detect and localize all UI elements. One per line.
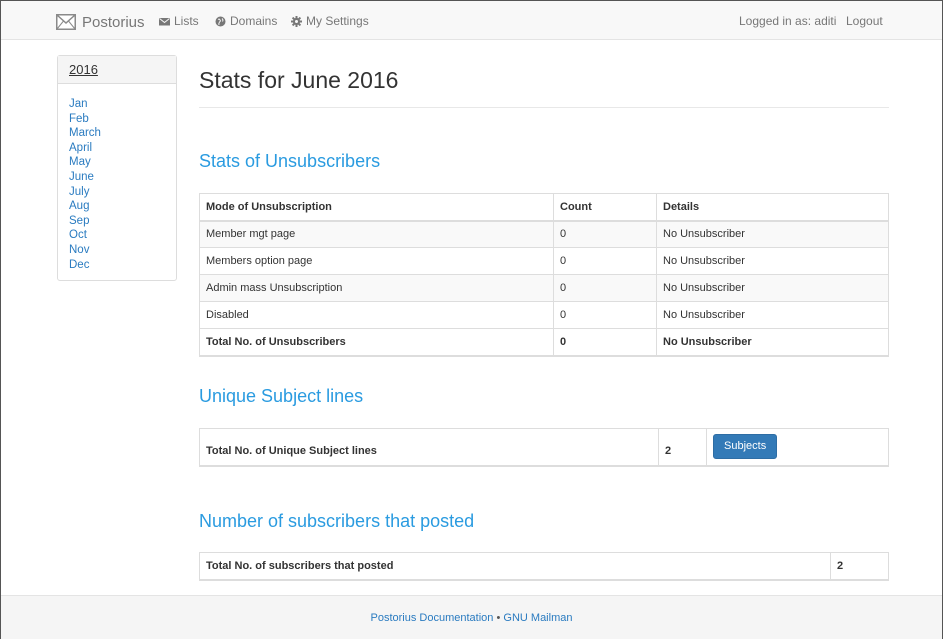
total-row: Total No. of Unsubscribers 0 No Unsubscr… bbox=[199, 328, 889, 356]
page-title: Stats for June 2016 bbox=[199, 67, 399, 93]
table-header-row: Mode of Unsubscription Count Details bbox=[199, 193, 889, 222]
month-link[interactable]: Jan bbox=[69, 98, 88, 110]
subjects-heading: Unique Subject lines bbox=[199, 386, 364, 406]
nav-domains-label: Domains bbox=[230, 14, 278, 28]
table-cell: 0 bbox=[553, 301, 657, 329]
table-cell: 2 bbox=[830, 552, 889, 580]
logged-in-as: Logged in as: aditi bbox=[739, 14, 837, 28]
month-link[interactable]: April bbox=[69, 142, 92, 154]
table-row: Member mgt page 0 No Unsubscriber bbox=[199, 220, 889, 248]
table-cell: No Unsubscriber bbox=[656, 274, 889, 302]
page-footer: Postorius Documentation • GNU Mailman bbox=[1, 595, 942, 639]
postorius-docs-link[interactable]: Postorius Documentation bbox=[371, 612, 494, 624]
month-link[interactable]: March bbox=[69, 127, 101, 139]
subjects-button[interactable]: Subjects bbox=[713, 434, 778, 460]
table-cell: 2 bbox=[658, 428, 707, 466]
table-cell: Subjects bbox=[706, 428, 889, 466]
table-cell: Total No. of Unsubscribers bbox=[199, 328, 554, 356]
year-link[interactable]: 2016 bbox=[69, 62, 98, 77]
table-cell: 0 bbox=[553, 247, 657, 275]
column-header: Mode of Unsubscription bbox=[199, 193, 554, 222]
subjects-table: Total No. of Unique Subject lines 2 Subj… bbox=[199, 428, 889, 467]
gnu-mailman-link[interactable]: GNU Mailman bbox=[503, 612, 572, 624]
table-cell: Admin mass Unsubscription bbox=[199, 274, 554, 302]
unsubscribers-table: Mode of Unsubscription Count Details Mem… bbox=[199, 193, 889, 357]
month-link[interactable]: Aug bbox=[69, 200, 89, 212]
table-cell: Member mgt page bbox=[199, 220, 554, 248]
posters-table: Total No. of subscribers that posted 2 bbox=[199, 552, 889, 581]
posters-heading: Number of subscribers that posted bbox=[199, 511, 475, 531]
month-link[interactable]: Dec bbox=[69, 259, 89, 271]
month-link[interactable]: June bbox=[69, 171, 94, 183]
table-cell: Total No. of Unique Subject lines bbox=[199, 428, 659, 466]
table-cell: Members option page bbox=[199, 247, 554, 275]
envelope-icon bbox=[56, 14, 76, 30]
table-row: Admin mass Unsubscription 0 No Unsubscri… bbox=[199, 274, 889, 302]
table-cell: No Unsubscriber bbox=[656, 301, 889, 329]
month-link[interactable]: Sep bbox=[69, 215, 89, 227]
column-header: Count bbox=[553, 193, 657, 222]
table-cell: No Unsubscriber bbox=[656, 247, 889, 275]
top-navbar: Postorius Lists Domains My Settings Logg… bbox=[1, 1, 942, 40]
nav-lists[interactable]: Lists bbox=[159, 14, 199, 28]
title-divider bbox=[199, 107, 889, 108]
brand-name: Postorius bbox=[82, 13, 145, 31]
table-cell: Disabled bbox=[199, 301, 554, 329]
column-header: Details bbox=[656, 193, 889, 222]
nav-domains[interactable]: Domains bbox=[215, 14, 277, 28]
archive-sidebar: 2016 Jan Feb March April May June July A… bbox=[57, 55, 177, 281]
table-cell: 0 bbox=[553, 220, 657, 248]
nav-my-settings[interactable]: My Settings bbox=[291, 14, 369, 28]
table-cell: Total No. of subscribers that posted bbox=[199, 552, 831, 580]
table-cell: 0 bbox=[553, 274, 657, 302]
footer-separator: • bbox=[496, 612, 501, 624]
unsubscribers-heading: Stats of Unsubscribers bbox=[199, 151, 381, 171]
table-cell: No Unsubscriber bbox=[656, 328, 889, 356]
table-row: Disabled 0 No Unsubscriber bbox=[199, 301, 889, 329]
nav-lists-label: Lists bbox=[174, 14, 199, 28]
table-row: Members option page 0 No Unsubscriber bbox=[199, 247, 889, 275]
month-link[interactable]: Nov bbox=[69, 244, 89, 256]
sidebar-heading: 2016 bbox=[58, 56, 176, 84]
month-list: Jan Feb March April May June July Aug Se… bbox=[58, 84, 176, 272]
table-cell: 0 bbox=[553, 328, 657, 356]
month-link[interactable]: Oct bbox=[69, 229, 87, 241]
mail-icon bbox=[159, 17, 170, 25]
month-link[interactable]: May bbox=[69, 156, 91, 168]
table-row: Total No. of subscribers that posted 2 bbox=[199, 552, 889, 580]
logout-link[interactable]: Logout bbox=[846, 14, 883, 28]
table-row: Total No. of Unique Subject lines 2 Subj… bbox=[199, 428, 889, 466]
brand-link[interactable]: Postorius bbox=[56, 12, 145, 32]
gear-icon bbox=[291, 15, 302, 27]
month-link[interactable]: Feb bbox=[69, 113, 89, 125]
nav-my-settings-label: My Settings bbox=[306, 14, 369, 28]
globe-icon bbox=[215, 16, 226, 26]
table-cell: No Unsubscriber bbox=[656, 220, 889, 248]
month-link[interactable]: July bbox=[69, 186, 89, 198]
